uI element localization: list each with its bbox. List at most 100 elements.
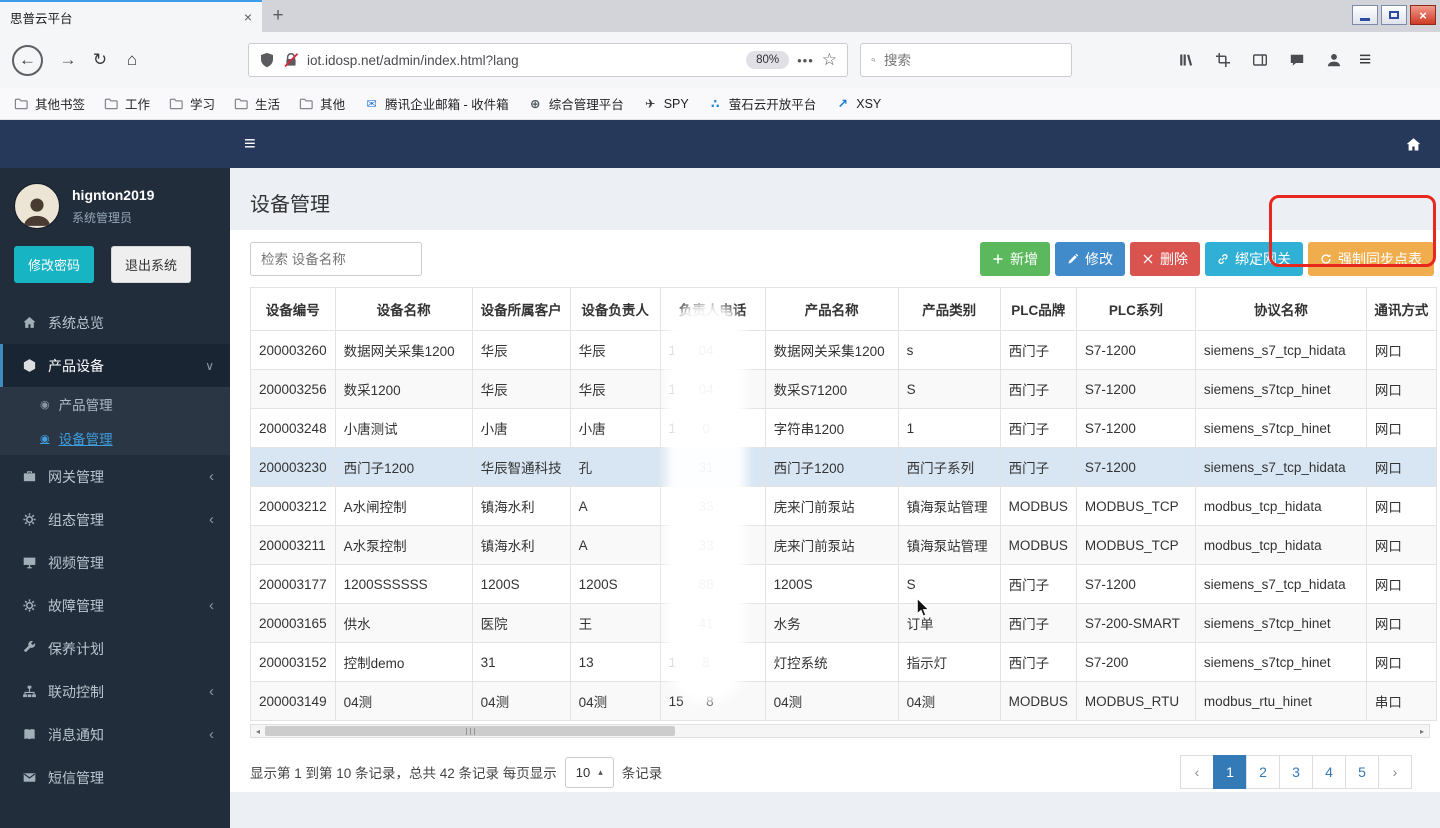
browser-search-input[interactable] [884, 53, 1061, 68]
table-row[interactable]: 200003248小唐测试小唐小唐1 0字符串12001西门子S7-1200si… [251, 409, 1437, 448]
bookmark-folder[interactable]: 其他书签 [14, 94, 85, 113]
url-text[interactable]: iot.idosp.net/admin/index.html?lang [307, 53, 738, 68]
forward-button[interactable]: → [52, 44, 84, 76]
edit-button[interactable]: 修改 [1055, 242, 1125, 276]
column-header[interactable]: 设备名称 [335, 288, 472, 331]
add-button[interactable]: 新增 [980, 242, 1050, 276]
page-button[interactable]: 4 [1312, 755, 1346, 789]
bookmark-label: 腾讯企业邮箱 - 收件箱 [385, 94, 509, 113]
bookmark-item[interactable]: ↗XSY [835, 96, 881, 111]
page-actions-icon[interactable]: ••• [797, 53, 814, 68]
sidebar-subitem[interactable]: ◉设备管理 [0, 421, 230, 455]
page-button[interactable]: 1 [1213, 755, 1247, 789]
delete-button[interactable]: 删除 [1130, 242, 1200, 276]
table-row[interactable]: 200003152控制demo31131 8灯控系统指示灯西门子S7-200si… [251, 643, 1437, 682]
sidebar-subitem[interactable]: ◉产品管理 [0, 387, 230, 421]
device-search-input[interactable] [250, 242, 422, 276]
sidebar-item[interactable]: 系统总览 [0, 301, 230, 344]
shield-icon[interactable] [259, 52, 275, 68]
next-page-button[interactable]: › [1378, 755, 1412, 789]
browser-home-button[interactable]: ⌂ [116, 44, 148, 76]
sidebar-item[interactable]: 产品设备∨ [0, 344, 230, 387]
table-row[interactable]: 200003211A水泵控制镇海水利A 33庑来门前泵站镇海泵站管理MODBUS… [251, 526, 1437, 565]
column-header[interactable]: 协议名称 [1195, 288, 1366, 331]
table-row[interactable]: 2000031771200SSSSSS1200S1200S 881200SS西门… [251, 565, 1437, 604]
table-row[interactable]: 200003165供水医院王 41水务订单西门子S7-200-SMARTsiem… [251, 604, 1437, 643]
account-icon[interactable] [1326, 52, 1342, 68]
table-row[interactable]: 20000314904测04测04测15 804测04测MODBUSMODBUS… [251, 682, 1437, 721]
column-header[interactable]: 产品类别 [898, 288, 1000, 331]
sidebar-item[interactable]: 保养计划 [0, 627, 230, 670]
sidebar-item-label: 系统总览 [48, 313, 104, 333]
window-restore-button[interactable] [1381, 5, 1407, 25]
bookmark-folder[interactable]: 工作 [104, 94, 150, 113]
library-icon[interactable] [1178, 52, 1194, 68]
sidebars-icon[interactable] [1252, 52, 1268, 68]
menu-icon[interactable]: ≡ [1359, 48, 1371, 72]
scrollbar-thumb[interactable] [265, 726, 675, 736]
sidebar-item[interactable]: 短信管理 [0, 756, 230, 799]
sidebar-item[interactable]: 网关管理‹ [0, 455, 230, 498]
insecure-lock-icon[interactable] [283, 52, 299, 68]
scroll-left-icon[interactable]: ◂ [251, 727, 265, 736]
reload-button[interactable]: ↻ [84, 44, 116, 76]
chevron-left-icon: ‹ [209, 683, 214, 700]
bookmark-item[interactable]: ∴萤石云开放平台 [708, 94, 817, 113]
browser-search-bar[interactable] [860, 43, 1072, 77]
column-header[interactable]: 通讯方式 [1366, 288, 1436, 331]
tab-close-icon[interactable]: × [244, 9, 252, 25]
new-tab-button[interactable]: + [262, 0, 294, 32]
bookmark-item[interactable]: ⊕综合管理平台 [528, 94, 624, 113]
column-header[interactable]: 负责人电话 [660, 288, 765, 331]
column-header[interactable]: 设备负责人 [570, 288, 660, 331]
sidebar-item[interactable]: 消息通知‹ [0, 713, 230, 756]
table-cell: 33 [660, 526, 765, 565]
bookmark-star-icon[interactable]: ☆ [822, 50, 837, 70]
force-sync-button[interactable]: 强制同步点表 [1308, 242, 1434, 276]
scroll-right-icon[interactable]: ▸ [1415, 727, 1429, 736]
back-button[interactable]: ← [12, 45, 43, 76]
logout-button[interactable]: 退出系统 [111, 246, 191, 283]
prev-page-button[interactable]: ‹ [1180, 755, 1214, 789]
page-button[interactable]: 3 [1279, 755, 1313, 789]
zoom-level-badge[interactable]: 80% [746, 51, 789, 69]
table-row[interactable]: 200003256数采1200华辰华辰1 04数采S71200S西门子S7-12… [251, 370, 1437, 409]
page-button[interactable]: 5 [1345, 755, 1379, 789]
page-size-select[interactable]: 10 ▴ [565, 757, 614, 788]
column-header[interactable]: 产品名称 [765, 288, 898, 331]
sidebar-subitem-label: 产品管理 [59, 394, 113, 414]
sidebar-item[interactable]: 联动控制‹ [0, 670, 230, 713]
address-bar[interactable]: iot.idosp.net/admin/index.html?lang 80% … [248, 43, 848, 77]
table-toolbar: 新增修改删除绑定网关强制同步点表 [250, 242, 1440, 276]
bookmark-folder[interactable]: 学习 [169, 94, 215, 113]
window-minimize-button[interactable] [1352, 5, 1378, 25]
column-header[interactable]: PLC系列 [1076, 288, 1195, 331]
column-header[interactable]: PLC品牌 [1000, 288, 1076, 331]
window-close-button[interactable]: × [1410, 5, 1436, 25]
page-button[interactable]: 2 [1246, 755, 1280, 789]
column-header[interactable]: 设备编号 [251, 288, 336, 331]
app-home-icon[interactable] [1405, 136, 1422, 153]
browser-tab[interactable]: 思普云平台 × [0, 0, 262, 32]
table-cell: 200003248 [251, 409, 336, 448]
sidebar-item[interactable]: 故障管理‹ [0, 584, 230, 627]
horizontal-scrollbar[interactable]: ◂ ▸ [250, 724, 1430, 738]
table-actions: 新增修改删除绑定网关强制同步点表 [980, 242, 1434, 276]
bind-gateway-button[interactable]: 绑定网关 [1205, 242, 1303, 276]
change-password-button[interactable]: 修改密码 [14, 246, 94, 283]
bookmark-folder[interactable]: 其他 [299, 94, 345, 113]
bookmark-label: SPY [664, 97, 689, 111]
table-row[interactable]: 200003260数据网关采集1200华辰华辰1 04数据网关采集1200s西门… [251, 331, 1437, 370]
table-row[interactable]: 200003212A水闸控制镇海水利A 33庑来门前泵站镇海泵站管理MODBUS… [251, 487, 1437, 526]
table-cell: S [898, 565, 1000, 604]
table-row[interactable]: 200003230西门子1200华辰智通科技孔 31西门子1200西门子系列西门… [251, 448, 1437, 487]
bookmark-folder[interactable]: 生活 [234, 94, 280, 113]
bookmark-item[interactable]: ✉腾讯企业邮箱 - 收件箱 [364, 94, 509, 113]
column-header[interactable]: 设备所属客户 [472, 288, 570, 331]
sidebar-item[interactable]: 组态管理‹ [0, 498, 230, 541]
messages-icon[interactable] [1289, 52, 1305, 68]
sidebar-item[interactable]: 视频管理 [0, 541, 230, 584]
bookmark-item[interactable]: ✈SPY [643, 96, 689, 111]
sidebar-toggle-icon[interactable]: ≡ [244, 133, 256, 156]
clip-icon[interactable] [1215, 52, 1231, 68]
